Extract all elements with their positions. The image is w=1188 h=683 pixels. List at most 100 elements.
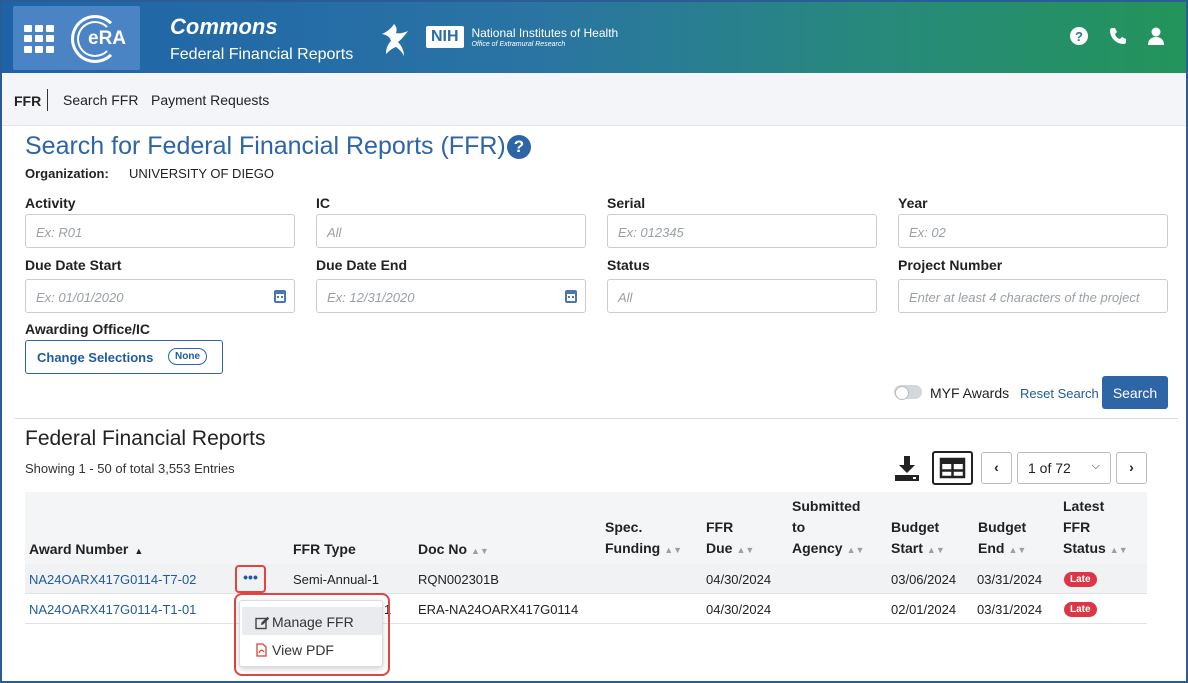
next-page-button[interactable]: › bbox=[1116, 452, 1147, 484]
sort-icon[interactable]: ▲▼ bbox=[847, 545, 865, 555]
menu-item-view-pdf[interactable]: View PDF bbox=[242, 635, 382, 663]
selection-count-badge: None bbox=[168, 348, 207, 365]
row-actions-menu: Manage FFR View PDF bbox=[239, 600, 383, 667]
pdf-icon bbox=[256, 643, 267, 660]
user-icon[interactable] bbox=[1146, 26, 1166, 46]
budget-start-cell: 02/01/2024 bbox=[891, 602, 957, 617]
sub-navigation: FFR Search FFR Payment Requests bbox=[2, 73, 1186, 126]
table-row: NA24OARX417G0114-T7-02 Semi-Annual-1 RQN… bbox=[25, 564, 1147, 594]
col-budget-start-line2: Start bbox=[891, 540, 923, 556]
status-input[interactable]: All bbox=[607, 279, 877, 313]
col-doc-no[interactable]: Doc No ▲▼ bbox=[418, 539, 489, 562]
ffr-type-cell: Semi-Annual-1 bbox=[293, 572, 379, 587]
table-view-button[interactable] bbox=[932, 451, 973, 485]
page-select[interactable]: 1 of 72 ⌵ bbox=[1017, 452, 1111, 484]
myf-awards-label: MYF Awards bbox=[930, 385, 1010, 401]
apps-grid-icon[interactable] bbox=[24, 25, 54, 53]
nih-logo: NIH National Institutes of Health Office… bbox=[426, 26, 618, 49]
prev-page-button[interactable]: ‹ bbox=[981, 452, 1012, 484]
ffr-due-cell: 04/30/2024 bbox=[706, 602, 772, 617]
app-logo-box[interactable]: eRA bbox=[13, 6, 140, 70]
nih-name: National Institutes of Health bbox=[471, 26, 619, 40]
sort-icon[interactable]: ▲▼ bbox=[1008, 545, 1026, 555]
col-budget-end[interactable]: Budget End ▲▼ bbox=[978, 517, 1026, 561]
activity-input[interactable]: Ex: R01 bbox=[25, 214, 295, 248]
col-ffr-type: FFR Type bbox=[293, 541, 356, 557]
col-spec-funding[interactable]: Spec. Funding ▲▼ bbox=[605, 517, 682, 561]
chevron-down-icon: ⌵ bbox=[1091, 460, 1100, 472]
search-button[interactable]: Search bbox=[1102, 376, 1168, 409]
col-award-number[interactable]: Award Number ▲ bbox=[29, 539, 143, 562]
award-number-link[interactable]: NA24OARX417G0114-T7-02 bbox=[29, 572, 196, 587]
due-date-start-placeholder: Ex: 01/01/2020 bbox=[36, 290, 124, 305]
more-actions-icon[interactable]: ••• bbox=[241, 570, 260, 587]
status-badge: Late bbox=[1064, 572, 1097, 587]
col-ffr-due[interactable]: FFR Due ▲▼ bbox=[706, 517, 754, 561]
sort-icon[interactable]: ▲▼ bbox=[664, 545, 682, 555]
sort-asc-icon[interactable]: ▲ bbox=[134, 546, 143, 556]
subnav-payment-requests[interactable]: Payment Requests bbox=[151, 92, 269, 108]
col-submitted-line2: to bbox=[792, 519, 806, 535]
menu-item-label: Manage FFR bbox=[272, 614, 354, 630]
app-subtitle: Federal Financial Reports bbox=[170, 46, 354, 63]
col-submitted-to-agency[interactable]: Submitted to Agency ▲▼ bbox=[792, 496, 864, 561]
sort-icon[interactable]: ▲▼ bbox=[927, 545, 945, 555]
nih-badge: NIH bbox=[426, 26, 464, 48]
era-logo: eRA bbox=[71, 15, 129, 63]
due-date-end-input[interactable]: Ex: 12/31/2020 bbox=[316, 279, 586, 313]
budget-end-cell: 03/31/2024 bbox=[977, 572, 1043, 587]
col-ffr-due-line2: Due bbox=[706, 540, 733, 556]
col-budget-start[interactable]: Budget Start ▲▼ bbox=[891, 517, 945, 561]
subnav-current-ffr[interactable]: FFR bbox=[14, 93, 41, 109]
results-title: Federal Financial Reports bbox=[25, 427, 266, 450]
nih-office: Office of Extramural Research bbox=[471, 41, 566, 48]
subnav-search-ffr[interactable]: Search FFR bbox=[63, 92, 138, 108]
col-budget-end-line1: Budget bbox=[978, 519, 1027, 535]
phone-icon[interactable] bbox=[1108, 26, 1128, 46]
col-spec-funding-line1: Spec. bbox=[605, 519, 643, 535]
award-number-link[interactable]: NA24OARX417G0114-T1-01 bbox=[29, 602, 196, 617]
col-latest-ffr-status[interactable]: Latest FFR Status ▲▼ bbox=[1063, 496, 1128, 561]
status-badge: Late bbox=[1064, 602, 1097, 617]
row-actions-highlight: ••• bbox=[235, 565, 266, 593]
change-selections-button[interactable]: Change Selections None bbox=[25, 340, 223, 374]
status-label: Status bbox=[607, 257, 650, 273]
serial-input[interactable]: Ex: 012345 bbox=[607, 214, 877, 248]
col-spec-funding-line2: Funding bbox=[605, 540, 661, 556]
results-count: Showing 1 - 50 of total 3,553 Entries bbox=[25, 461, 235, 476]
myf-awards-toggle[interactable] bbox=[894, 385, 922, 400]
reset-search-link[interactable]: Reset Search bbox=[1020, 386, 1099, 401]
help-icon[interactable]: ? bbox=[1069, 26, 1089, 46]
serial-label: Serial bbox=[607, 195, 646, 211]
col-doc-no-label: Doc No bbox=[418, 541, 467, 557]
project-number-label: Project Number bbox=[898, 257, 1003, 273]
doc-no-cell: ERA-NA24OARX417G0114 bbox=[418, 602, 579, 617]
col-submitted-line1: Submitted bbox=[792, 498, 861, 514]
col-status-line3: Status bbox=[1063, 540, 1106, 556]
menu-item-label: View PDF bbox=[272, 642, 334, 658]
download-icon[interactable] bbox=[894, 454, 920, 482]
ffr-due-cell: 04/30/2024 bbox=[706, 572, 772, 587]
page-help-icon[interactable]: ? bbox=[507, 135, 531, 159]
awarding-office-label: Awarding Office/IC bbox=[25, 321, 150, 337]
menu-item-manage-ffr[interactable]: Manage FFR bbox=[242, 607, 382, 635]
budget-start-cell: 03/06/2024 bbox=[891, 572, 957, 587]
app-frame: eRA Commons Federal Financial Reports NI… bbox=[0, 0, 1188, 683]
due-date-start-input[interactable]: Ex: 01/01/2020 bbox=[25, 279, 295, 313]
year-input[interactable]: Ex: 02 bbox=[898, 214, 1168, 248]
sort-icon[interactable]: ▲▼ bbox=[471, 546, 489, 556]
project-number-input[interactable]: Enter at least 4 characters of the proje… bbox=[898, 279, 1168, 313]
ic-input[interactable]: All bbox=[316, 214, 586, 248]
page-title: Search for Federal Financial Reports (FF… bbox=[25, 132, 506, 160]
calendar-icon[interactable] bbox=[565, 290, 577, 303]
app-title: Commons bbox=[170, 14, 278, 39]
due-date-end-label: Due Date End bbox=[316, 257, 408, 273]
col-ffr-due-line1: FFR bbox=[706, 519, 734, 535]
sort-icon[interactable]: ▲▼ bbox=[1110, 545, 1128, 555]
svg-text:?: ? bbox=[1075, 29, 1083, 44]
sort-icon[interactable]: ▲▼ bbox=[736, 545, 754, 555]
calendar-icon[interactable] bbox=[274, 290, 286, 303]
hhs-eagle-icon bbox=[380, 22, 410, 58]
app-header: eRA Commons Federal Financial Reports NI… bbox=[2, 2, 1186, 73]
col-budget-start-line1: Budget bbox=[891, 519, 940, 535]
